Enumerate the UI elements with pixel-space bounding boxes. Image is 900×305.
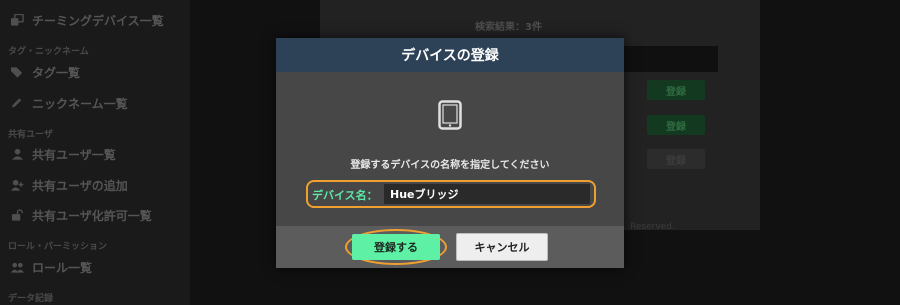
dialog-instruction: 登録するデバイスの名称を指定してください bbox=[350, 160, 550, 171]
sidebar-item-shared-user-permissions[interactable]: 共有ユーザ化許可一覧 bbox=[10, 205, 152, 225]
sidebar-item-label: 共有ユーザ化許可一覧 bbox=[32, 208, 152, 223]
cancel-button[interactable]: キャンセル bbox=[456, 233, 548, 261]
register-row-button[interactable]: 登録 bbox=[647, 80, 705, 100]
register-row-button-disabled: 登録 bbox=[647, 149, 705, 169]
device-name-input[interactable] bbox=[384, 184, 590, 204]
clone-icon bbox=[10, 14, 24, 26]
sidebar-item-label: ニックネーム一覧 bbox=[32, 96, 128, 111]
sidebar-item-label: 共有ユーザ一覧 bbox=[32, 147, 116, 162]
dialog-title: デバイスの登録 bbox=[276, 38, 624, 72]
register-device-dialog: デバイスの登録 登録するデバイスの名称を指定してください デバイス名： 登録する… bbox=[276, 38, 624, 268]
dialog-footer bbox=[276, 226, 624, 268]
sidebar-item-nicknames[interactable]: ニックネーム一覧 bbox=[10, 93, 128, 113]
pencil-icon bbox=[10, 97, 24, 109]
sidebar-item-roles[interactable]: ロール一覧 bbox=[10, 257, 92, 277]
register-button[interactable]: 登録する bbox=[352, 234, 440, 260]
user-icon bbox=[10, 148, 24, 160]
sidebar-item-label: チーミングデバイス一覧 bbox=[32, 13, 164, 28]
search-result-count: 検索結果：3件 bbox=[475, 22, 542, 33]
footer-copyright: Reserved. bbox=[630, 222, 675, 232]
sidebar-section-data-records: データ記録 bbox=[8, 294, 54, 304]
device-name-label: デバイス名： bbox=[312, 189, 378, 202]
register-row-button[interactable]: 登録 bbox=[647, 115, 705, 135]
unlock-icon bbox=[10, 209, 24, 221]
sidebar: チーミングデバイス一覧 タグ・ニックネーム タグ一覧 ニックネーム一覧 共有ユー… bbox=[0, 0, 190, 305]
sidebar-item-add-shared-user[interactable]: 共有ユーザの追加 bbox=[10, 175, 128, 195]
sidebar-item-tags[interactable]: タグ一覧 bbox=[10, 62, 80, 82]
tablet-icon bbox=[438, 100, 462, 130]
sidebar-item-label: 共有ユーザの追加 bbox=[32, 178, 128, 193]
sidebar-section-roles: ロール・パーミッション bbox=[8, 242, 108, 252]
user-plus-icon bbox=[10, 179, 24, 191]
sidebar-item-label: ロール一覧 bbox=[32, 260, 93, 275]
sidebar-section-shared-users: 共有ユーザ bbox=[8, 130, 53, 140]
sidebar-item-shared-users[interactable]: 共有ユーザ一覧 bbox=[10, 144, 116, 164]
sidebar-section-tags: タグ・ニックネーム bbox=[8, 47, 89, 57]
sidebar-item-label: タグ一覧 bbox=[32, 65, 81, 80]
sidebar-item-teaming-devices[interactable]: チーミングデバイス一覧 bbox=[10, 10, 164, 30]
tags-icon bbox=[10, 66, 24, 78]
users-icon bbox=[10, 261, 24, 273]
